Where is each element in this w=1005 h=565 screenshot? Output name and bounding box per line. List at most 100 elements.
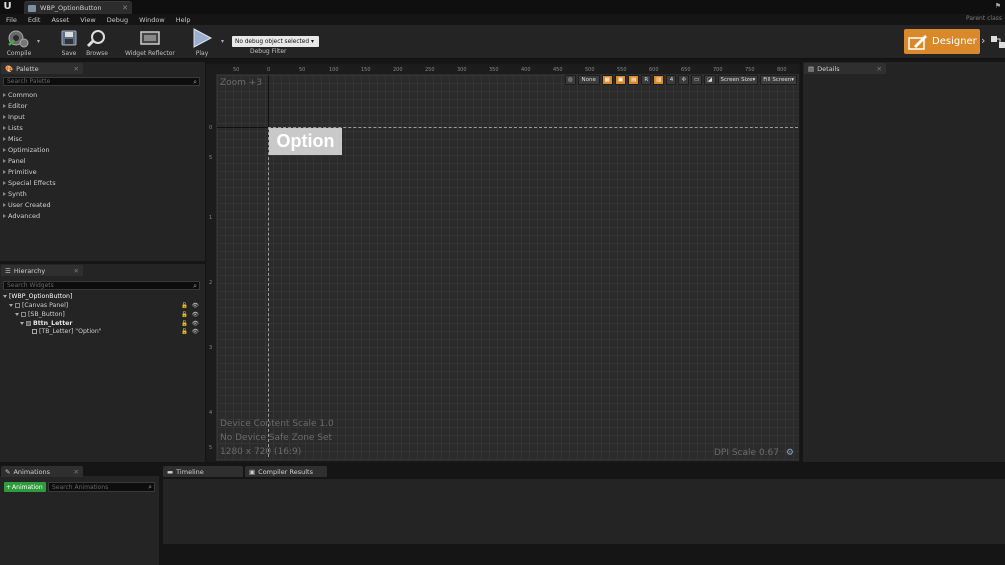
tree-item-sb-button[interactable]: [SB_Button] bbox=[15, 311, 65, 318]
hierarchy-search-input[interactable]: Search Widgets ⌕ bbox=[3, 281, 200, 290]
eye-icon[interactable]: 👁 bbox=[192, 329, 199, 335]
tree-item-tb-letter[interactable]: [TB_Letter] "Option" bbox=[32, 328, 102, 335]
browse-button[interactable]: Browse bbox=[86, 27, 108, 57]
widget-reflector-button[interactable]: Widget Reflector bbox=[125, 27, 175, 57]
palette-category-optimization[interactable]: Optimization bbox=[3, 146, 50, 154]
gear-icon[interactable]: ⚙ bbox=[786, 448, 794, 458]
eye-icon[interactable]: 👁 bbox=[192, 312, 199, 318]
transform-button[interactable]: ✢ bbox=[678, 75, 690, 85]
ruler-tick-label: 150 bbox=[361, 67, 371, 73]
debug-object-select[interactable]: No debug object selected ▾ bbox=[232, 36, 319, 47]
safe-zone-status: No Device Safe Zone Set bbox=[220, 433, 333, 443]
timeline-body[interactable] bbox=[163, 479, 1005, 544]
preview-mode-button[interactable]: ▭ bbox=[691, 75, 703, 85]
tab-timeline[interactable]: ▬ Timeline bbox=[163, 466, 243, 477]
ruler-tick-label: 50 bbox=[299, 67, 306, 73]
unreal-logo-icon[interactable]: U bbox=[2, 1, 13, 13]
designer-icon bbox=[908, 34, 927, 50]
ruler-tick-label: 4 bbox=[209, 410, 213, 416]
ruler-horizontal: 50 0 50 100 150 200 250 300 350 400 450 … bbox=[207, 65, 799, 74]
menu-file[interactable]: File bbox=[6, 16, 17, 24]
category-label: Panel bbox=[8, 157, 26, 165]
eye-icon[interactable]: 👁 bbox=[192, 321, 199, 327]
screen-size-dropdown[interactable]: Screen Size ▾ bbox=[717, 75, 759, 85]
scale-box-icon bbox=[21, 312, 26, 317]
palette-category-editor[interactable]: Editor bbox=[3, 102, 27, 110]
ruler-tick-label: 250 bbox=[425, 67, 435, 73]
play-button[interactable]: Play bbox=[191, 27, 213, 57]
graph-icon bbox=[991, 36, 1005, 48]
palette-category-misc[interactable]: Misc bbox=[3, 135, 22, 143]
animations-search-input[interactable]: Search Animations ⌕ bbox=[48, 482, 155, 492]
desired-size-button[interactable]: ◪ bbox=[704, 75, 716, 85]
designer-viewport[interactable]: 50 0 50 100 150 200 250 300 350 400 450 … bbox=[206, 64, 800, 462]
ruler-vertical: 0 5 1 2 3 4 5 bbox=[207, 65, 216, 461]
lock-icon[interactable]: 🔓 bbox=[181, 312, 188, 318]
grid-snap-size-value: 4 bbox=[669, 77, 674, 83]
menu-window[interactable]: Window bbox=[139, 16, 165, 24]
palette-category-lists[interactable]: Lists bbox=[3, 124, 23, 132]
option-button-widget[interactable]: Option bbox=[269, 128, 342, 155]
graph-mode-button[interactable] bbox=[991, 35, 1005, 49]
outline-toggle-button[interactable]: ▦ bbox=[601, 75, 613, 85]
close-icon[interactable]: ✕ bbox=[74, 468, 79, 476]
grid-snap-size[interactable]: 4 bbox=[666, 75, 677, 85]
chevron-down-icon: ▾ bbox=[752, 77, 756, 83]
palette-category-user-created[interactable]: User Created bbox=[3, 201, 51, 209]
compile-button[interactable]: Compile bbox=[4, 27, 34, 57]
tree-item-label: [TB_Letter] "Option" bbox=[39, 328, 102, 335]
palette-category-synth[interactable]: Synth bbox=[3, 190, 27, 198]
animations-search-placeholder: Search Animations bbox=[52, 483, 109, 491]
menu-edit[interactable]: Edit bbox=[28, 16, 41, 24]
tree-item-root[interactable]: [WBP_OptionButton] bbox=[3, 293, 72, 300]
designer-mode-button[interactable]: Designer bbox=[904, 29, 980, 54]
palette-category-advanced[interactable]: Advanced bbox=[3, 212, 40, 220]
respect-locks-button[interactable]: ▤ bbox=[628, 75, 640, 85]
compile-options-chevron-icon[interactable]: ▾ bbox=[37, 38, 40, 45]
grid-snap-toggle[interactable]: ▥ bbox=[653, 75, 665, 85]
tab-compiler-results[interactable]: ▣ Compiler Results bbox=[245, 466, 327, 477]
close-tab-icon[interactable]: ✕ bbox=[122, 4, 128, 12]
add-animation-button[interactable]: + Animation bbox=[4, 482, 46, 492]
ruler-tick-label: 550 bbox=[617, 67, 627, 73]
fill-screen-dropdown[interactable]: Fill Screen ▾ bbox=[760, 75, 797, 85]
close-icon[interactable]: ✕ bbox=[74, 65, 79, 73]
palette-category-input[interactable]: Input bbox=[3, 113, 25, 121]
menu-view[interactable]: View bbox=[80, 16, 95, 24]
row-visibility-controls: 🔓 👁 bbox=[181, 329, 199, 335]
localization-globe-button[interactable]: ◎ bbox=[564, 75, 576, 85]
lock-icon[interactable]: 🔓 bbox=[181, 321, 188, 327]
tab-hierarchy[interactable]: ☰ Hierarchy ✕ bbox=[1, 265, 83, 276]
tab-palette[interactable]: 🎨 Palette ✕ bbox=[1, 63, 83, 74]
row-visibility-controls: 🔓 👁 bbox=[181, 312, 199, 318]
close-icon[interactable]: ✕ bbox=[74, 267, 79, 275]
lock-toggle-button[interactable]: ▣ bbox=[614, 75, 627, 85]
document-tab[interactable]: WBP_OptionButton ✕ bbox=[24, 1, 132, 14]
tab-animations[interactable]: ✎ Animations ✕ bbox=[1, 466, 83, 477]
palette-search-input[interactable]: Search Palette ⌕ bbox=[3, 77, 200, 86]
localization-preview-select[interactable]: None bbox=[577, 75, 600, 85]
ruler-tick-label: 5 bbox=[209, 155, 213, 161]
text-block-icon bbox=[32, 329, 37, 334]
palette-category-panel[interactable]: Panel bbox=[3, 157, 26, 165]
tree-item-canvas-panel[interactable]: [Canvas Panel] bbox=[9, 302, 68, 309]
tree-item-bttn-letter[interactable]: Bttn_Letter bbox=[20, 320, 72, 327]
palette-category-common[interactable]: Common bbox=[3, 91, 37, 99]
menu-help[interactable]: Help bbox=[176, 16, 191, 24]
lock-icon[interactable]: 🔓 bbox=[181, 329, 188, 335]
play-options-chevron-icon[interactable]: ▾ bbox=[221, 38, 224, 45]
ruler-tick-label: 2 bbox=[209, 280, 213, 286]
notification-icon[interactable]: ⚑ bbox=[995, 2, 1001, 10]
menu-debug[interactable]: Debug bbox=[107, 16, 128, 24]
reset-button[interactable]: R bbox=[641, 75, 652, 85]
save-button[interactable]: Save bbox=[60, 27, 78, 57]
menu-asset[interactable]: Asset bbox=[51, 16, 69, 24]
compiler-results-tab-label: Compiler Results bbox=[258, 467, 313, 476]
lock-icon[interactable]: 🔓 bbox=[181, 303, 188, 309]
close-icon[interactable]: ✕ bbox=[877, 65, 882, 73]
tab-details[interactable]: ▤ Details ✕ bbox=[804, 63, 886, 74]
palette-icon: 🎨 bbox=[5, 64, 14, 73]
palette-category-primitive[interactable]: Primitive bbox=[3, 168, 37, 176]
eye-icon[interactable]: 👁 bbox=[192, 303, 199, 309]
palette-category-special-effects[interactable]: Special Effects bbox=[3, 179, 56, 187]
